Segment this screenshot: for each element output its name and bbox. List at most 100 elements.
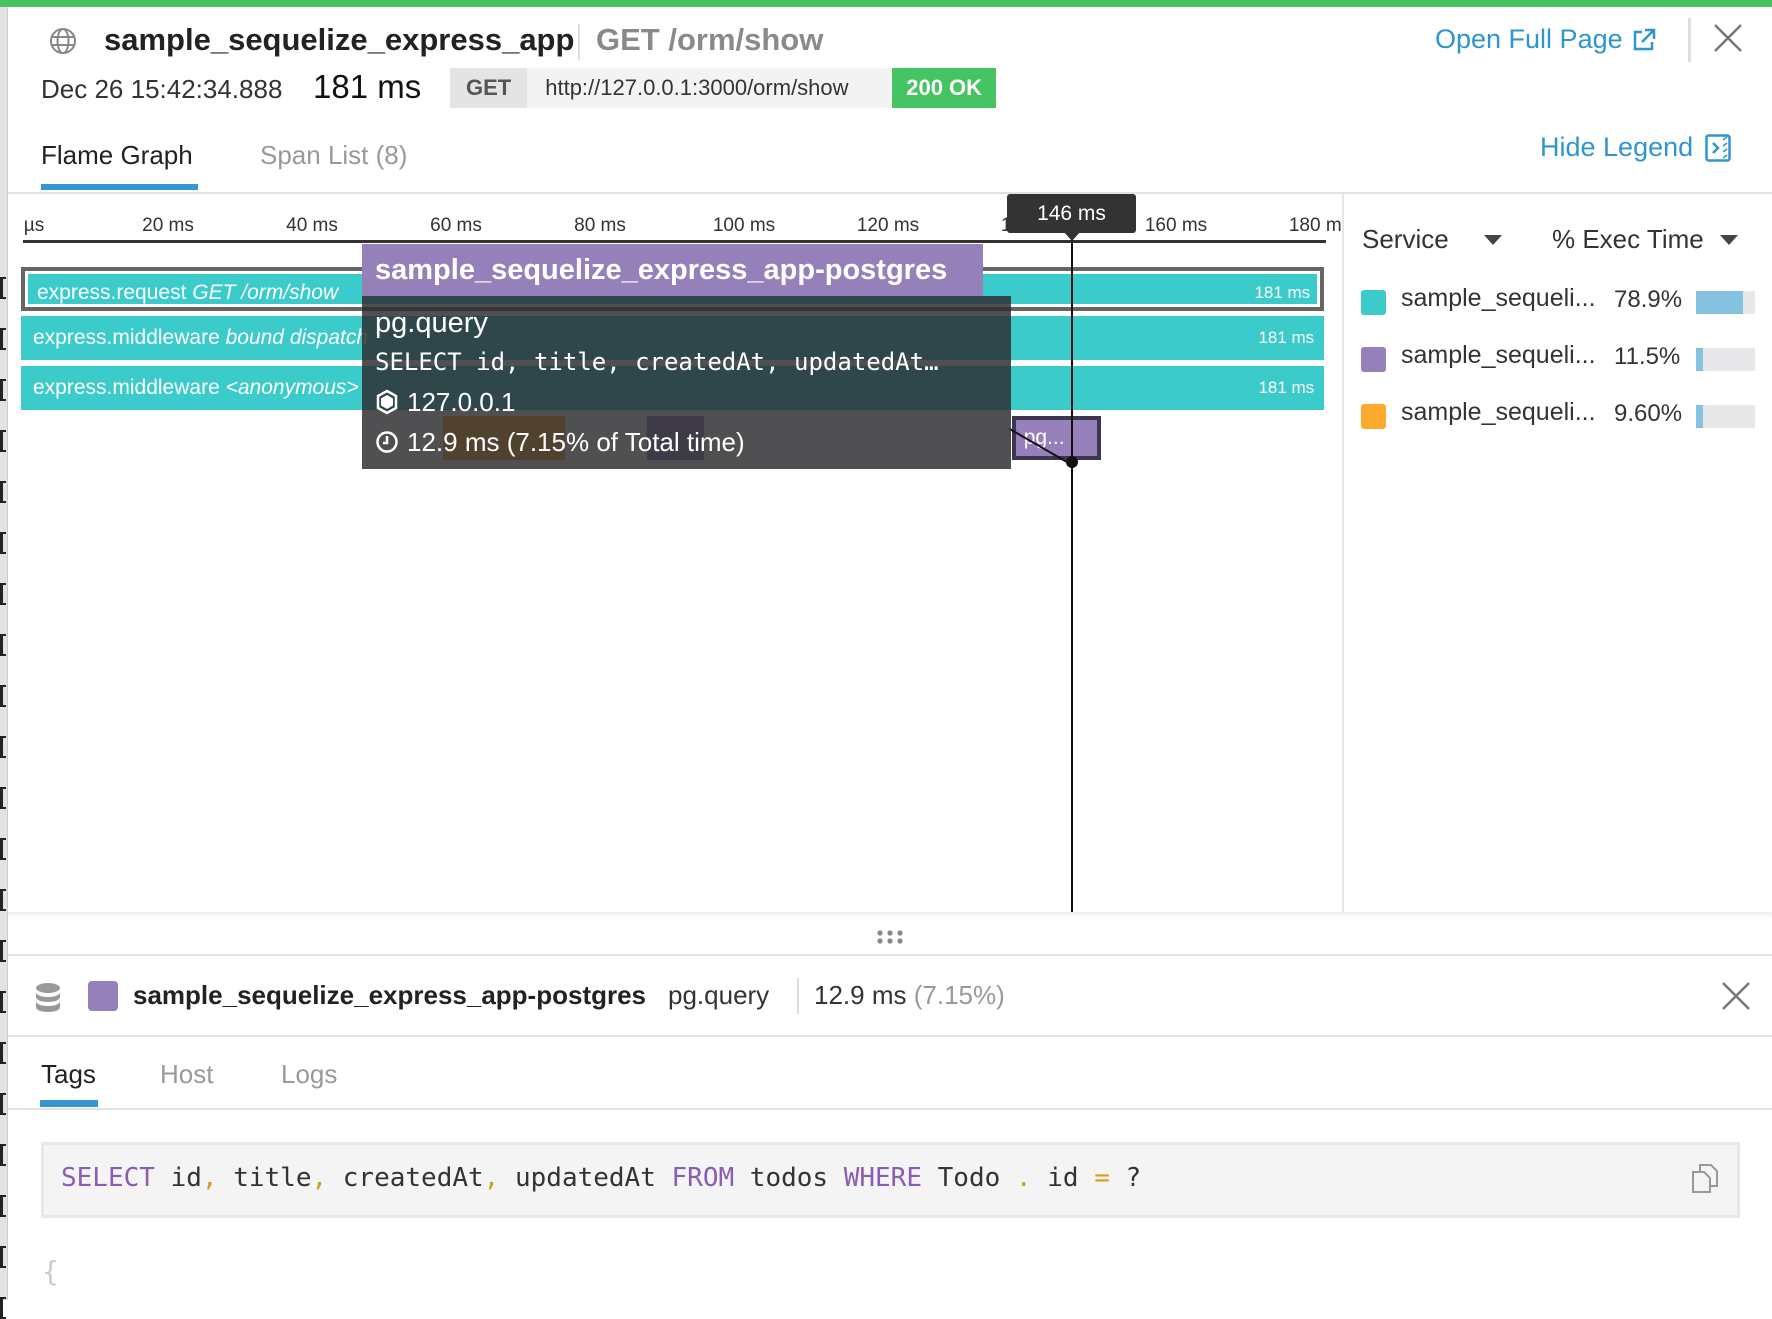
time-cursor-label: 146 ms [1007,194,1136,233]
span-resource: bound dispatch [219,326,369,349]
tab-host[interactable]: Host [160,1059,213,1090]
tooltip-query: SELECT id, title, createdAt, updatedAt… [375,348,939,376]
time-cursor-dot [1066,456,1078,468]
sql-token: , [311,1163,328,1193]
legend-color-swatch [1361,290,1386,315]
sql-token: = [1094,1163,1110,1193]
tooltip-time: 12.9 ms (7.15% of Total time) [407,427,745,457]
active-tab-indicator [40,1100,98,1107]
tab-tags[interactable]: Tags [41,1059,96,1090]
legend-row[interactable]: sample_sequeli... 78.9% [1361,284,1761,318]
hide-legend-button[interactable]: Hide Legend [1540,132,1731,163]
legend-exec-percent: 78.9% [1614,286,1683,313]
tooltip-host: 127.0.0.1 [407,387,516,417]
drag-handle-icon[interactable] [876,929,904,945]
time-axis [23,240,1326,243]
time-cursor-arrow [1064,232,1080,241]
legend-row[interactable]: sample_sequeli... 9.60% [1361,398,1761,432]
legend-exec-bar [1696,348,1755,371]
legend-service-name: sample_sequeli... [1401,398,1596,426]
axis-tick-label: 180 ms [1288,215,1342,236]
host-hexagon-icon [376,389,398,415]
span-name: express.middleware [33,376,220,399]
axis-tick-label: 160 ms [1144,215,1208,236]
span-tooltip: sample_sequelize_express_app-postgres pg… [362,244,1011,469]
divider [8,1035,1772,1037]
tab-logs[interactable]: Logs [281,1059,337,1090]
legend-service-header[interactable]: Service [1362,224,1449,255]
sql-token: FROM [671,1163,735,1193]
span-duration-value: 12.9 ms [814,980,907,1010]
sql-token: id [154,1163,202,1193]
axis-tick-label: 80 ms [574,215,626,236]
sql-token: . [1015,1163,1032,1193]
legend-exec-percent: 9.60% [1614,400,1683,427]
open-full-page-link[interactable]: Open Full Page [1435,24,1657,55]
axis-tick-label: 20 ms [142,215,194,236]
divider [1688,18,1691,62]
copy-icon[interactable] [1691,1163,1719,1193]
span-duration-percent: (7.15%) [913,980,1005,1010]
hide-legend-label: Hide Legend [1540,132,1694,162]
page-edge-mark [0,1297,6,1319]
span-duration: 181 ms [1258,378,1315,397]
sql-token: updatedAt [499,1163,672,1193]
page-edge-mark [0,940,6,962]
span-resource: GET /orm/show [186,281,339,304]
close-icon[interactable] [1720,980,1752,1012]
legend-exec-bar [1696,291,1755,314]
sort-dropdown-icon[interactable] [1720,235,1738,245]
sort-dropdown-icon[interactable] [1484,235,1502,245]
service-color-swatch [88,981,118,1011]
tooltip-operation: pg.query [375,307,488,339]
legend-exec-bar-fill [1696,291,1743,314]
sql-token: , [483,1163,500,1193]
page-edge-mark [0,991,6,1013]
divider [8,1108,1772,1110]
span-name: pg... [1023,426,1065,449]
page-edge-mark [0,1195,6,1217]
span-duration: 181 ms [1258,328,1315,347]
tooltip-time-row: 12.9 ms (7.15% of Total time) [375,422,998,462]
collapse-panel-icon [1705,133,1731,162]
legend-exec-time-header[interactable]: % Exec Time [1552,224,1704,255]
tooltip-service: sample_sequelize_express_app-postgres [362,244,983,296]
divider [1342,194,1344,915]
sql-query-box[interactable]: SELECT id, title, createdAt, updatedAt F… [41,1142,1740,1218]
database-icon [36,983,60,1012]
sql-token: , [201,1163,218,1193]
legend-row[interactable]: sample_sequeli... 11.5% [1361,341,1761,375]
legend-exec-bar [1696,405,1755,428]
sql-token: title [217,1163,312,1193]
page-edge-mark [0,1093,6,1115]
span-duration: 181 ms [1254,283,1311,302]
time-cursor-line [1071,232,1073,915]
legend-exec-percent: 11.5% [1614,343,1681,370]
span-operation: pg.query [668,980,770,1010]
tooltip-host-row: 127.0.0.1 [375,382,998,422]
span-duration: 12.9 ms (7.15%) [814,980,1005,1011]
span-name: express.request [37,281,187,304]
sql-token: SELECT [61,1163,155,1193]
flame-graph[interactable]: µs20 ms40 ms60 ms80 ms100 ms120 ms140 ms… [0,0,1342,915]
axis-tick-label: 60 ms [430,215,482,236]
clock-icon [376,431,398,453]
legend-service-name: sample_sequeli... [1401,341,1596,369]
legend-color-swatch [1361,347,1386,372]
axis-tick-label: 40 ms [286,215,338,236]
tooltip-body: pg.query SELECT id, title, createdAt, up… [362,296,1011,469]
sql-token: createdAt [327,1163,484,1193]
page-edge-mark [0,1246,6,1268]
close-icon[interactable] [1712,22,1744,54]
legend-service-name: sample_sequeli... [1401,284,1596,312]
panel-shadow [8,912,1772,918]
axis-tick-label: 120 ms [856,215,920,236]
sql-token: id [1031,1163,1095,1193]
legend-color-swatch [1361,404,1386,429]
page-edge-mark [0,1042,6,1064]
span-name: express.middleware [33,326,220,349]
sql-token: WHERE [843,1163,922,1193]
json-tags-start: { [42,1255,59,1288]
legend-exec-bar-fill [1696,405,1704,428]
open-full-page-label: Open Full Page [1435,24,1623,54]
